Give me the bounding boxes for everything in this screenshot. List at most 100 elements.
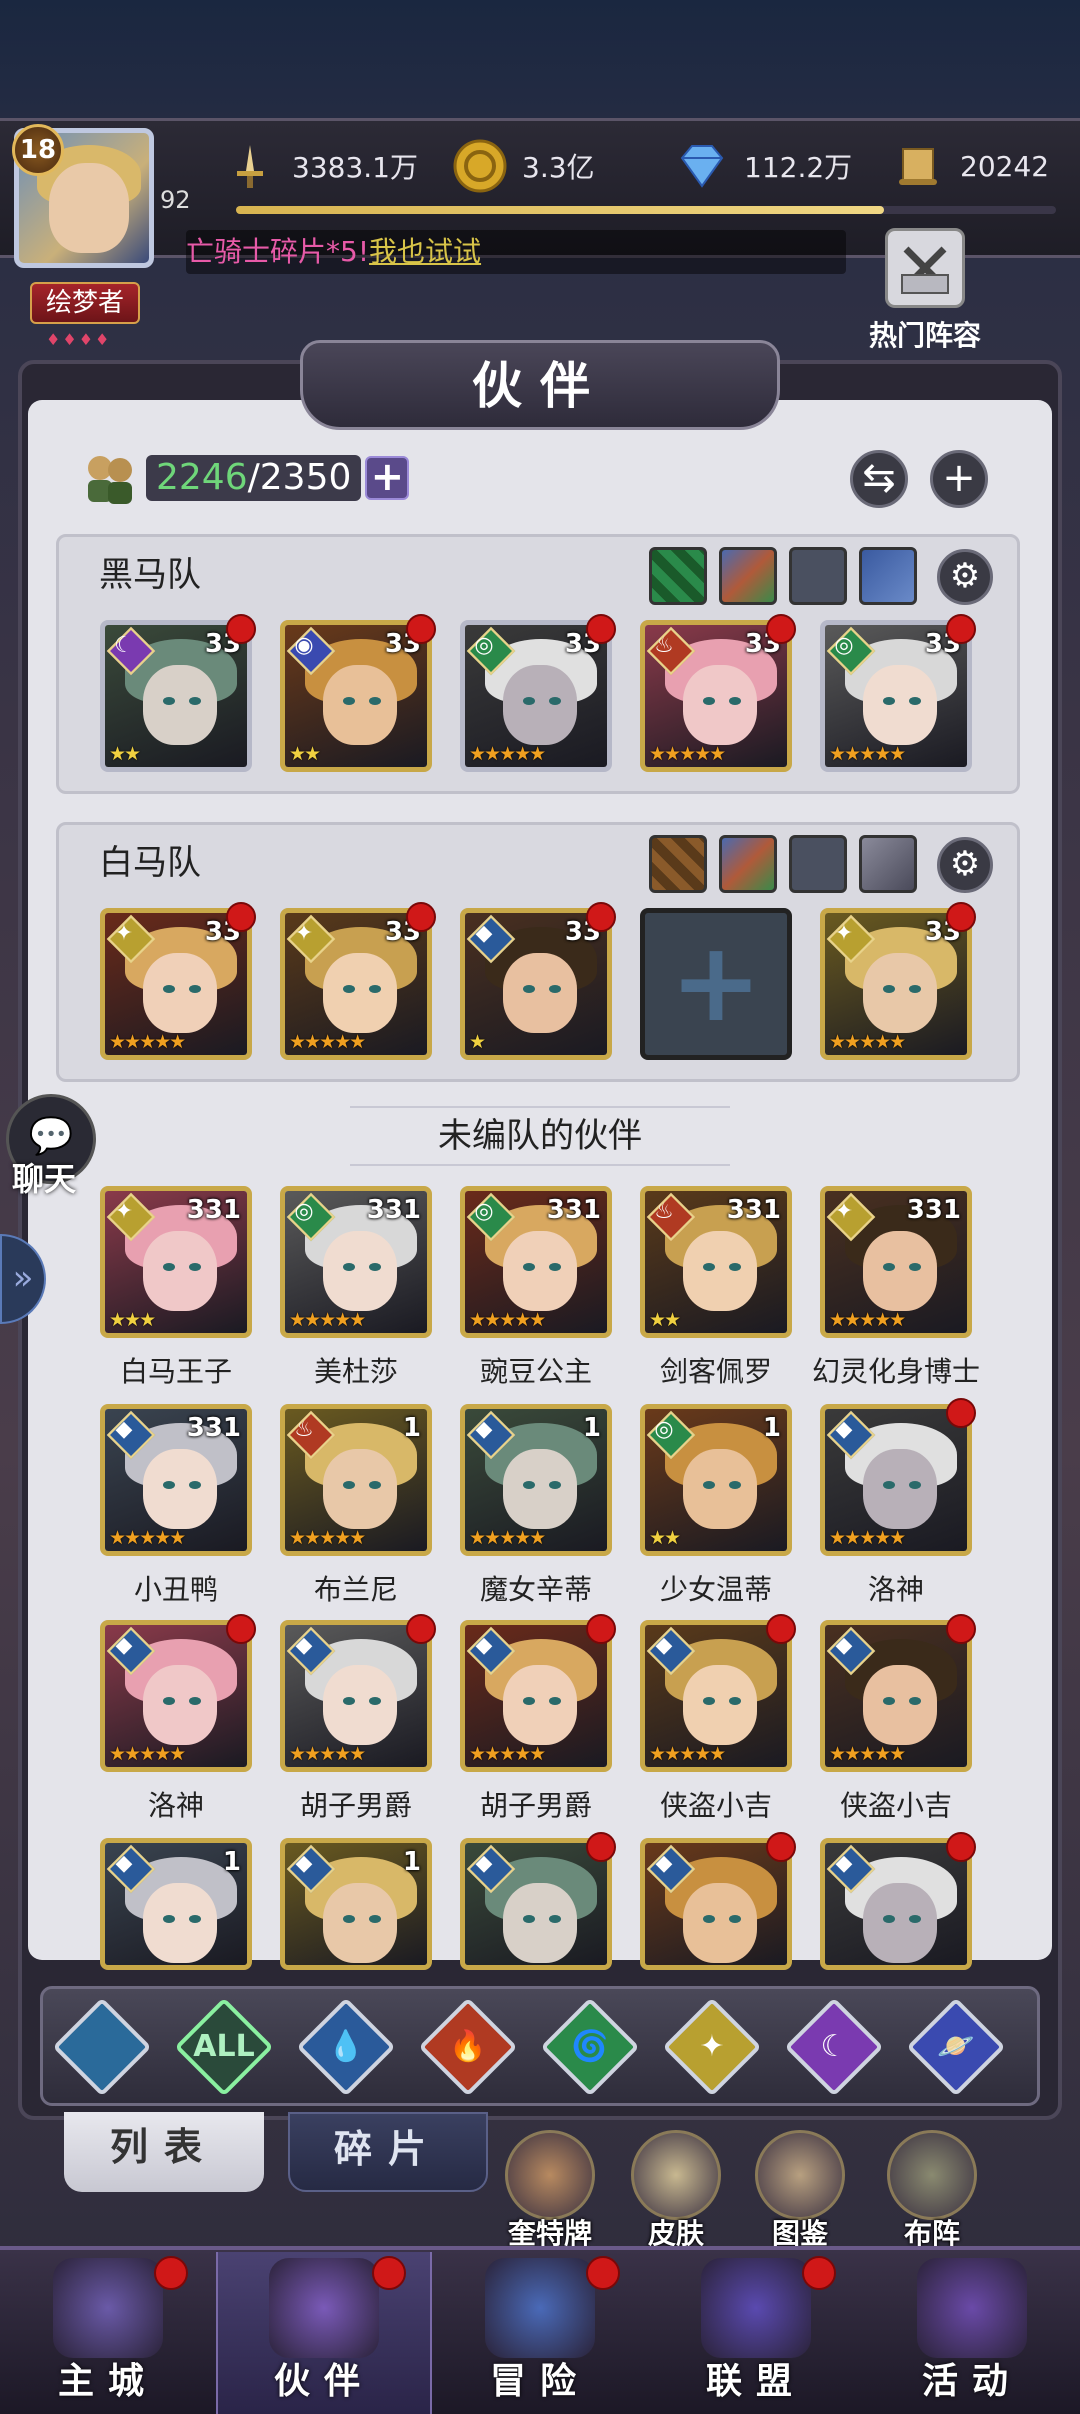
player-title-badge[interactable]: 绘梦者: [30, 282, 140, 324]
hero-card[interactable]: ◎ 1 ★★: [640, 1404, 792, 1556]
nav-compass[interactable]: 冒险: [432, 2252, 648, 2414]
add-team-button[interactable]: +: [930, 450, 988, 508]
ticker-link[interactable]: 我也试试: [369, 235, 481, 268]
hero-card[interactable]: ◆ 33 ★: [460, 908, 612, 1060]
nav-wizard-hat[interactable]: 伙伴: [216, 2252, 432, 2414]
tool-tarot-cards-button[interactable]: 奎特牌: [490, 2130, 610, 2252]
hero-level: 1: [762, 1413, 781, 1443]
team-settings-button[interactable]: ⚙: [937, 837, 993, 893]
hero-card[interactable]: ✦ 33 ★★★★★: [820, 908, 972, 1060]
hero-card[interactable]: ◆ ★★★★★: [820, 1404, 972, 1556]
team-buff-icon[interactable]: [719, 547, 777, 605]
hero-card[interactable]: ✦ 331 ★★★: [100, 1186, 252, 1338]
tab-fragments[interactable]: 碎片: [288, 2112, 488, 2192]
hero-portrait-eye: [523, 1915, 535, 1923]
currency-gold: 3.3亿: [452, 138, 595, 194]
hero-card[interactable]: ◎ 33 ★★★★★: [820, 620, 972, 772]
hero-portrait-eye: [343, 985, 355, 993]
nav-castle[interactable]: 主城: [0, 2252, 216, 2414]
hero-portrait-face: [323, 1883, 397, 1963]
hero-portrait-eye: [189, 1481, 201, 1489]
hero-card[interactable]: ◎ 331 ★★★★★: [280, 1186, 432, 1338]
water-element-glyph: ◆: [835, 1417, 853, 1442]
hero-card[interactable]: ✦ 331 ★★★★★: [820, 1186, 972, 1338]
water-drop-icon: 💧: [327, 2029, 365, 2064]
team-buff-icon[interactable]: [789, 835, 847, 893]
hero-card[interactable]: ◆ ★★★★★: [820, 1620, 972, 1772]
notification-dot: [946, 902, 976, 932]
hero-stars: ★★★★★: [829, 1527, 906, 1549]
announcement-ticker[interactable]: 亡骑士碎片*5!我也试试: [186, 230, 846, 274]
hero-stars: ★: [469, 1031, 486, 1053]
nav-label: 活动: [921, 2361, 1022, 2402]
hero-card[interactable]: ♨ 33 ★★★★★: [640, 620, 792, 772]
hero-portrait-eye: [549, 1481, 561, 1489]
tool-codex-button[interactable]: 图鉴: [740, 2130, 860, 2252]
hero-card[interactable]: ✦ 33 ★★★★★: [280, 908, 432, 1060]
nav-label: 主城: [57, 2361, 158, 2402]
team-buff-icon[interactable]: [649, 835, 707, 893]
hero-card[interactable]: ◆ 331 ★★★★★: [100, 1404, 252, 1556]
hero-card[interactable]: ◆ ★★★★★: [640, 1620, 792, 1772]
team-buff-icon[interactable]: [649, 547, 707, 605]
team-buff-icon[interactable]: [719, 835, 777, 893]
hero-card[interactable]: ◎ 331 ★★★★★: [460, 1186, 612, 1338]
hero-card[interactable]: ◆: [460, 1838, 612, 1970]
hero-card[interactable]: ♨ 331 ★★: [640, 1186, 792, 1338]
currency-power: 3383.1万: [222, 138, 418, 194]
hero-card[interactable]: ◉ 33 ★★: [280, 620, 432, 772]
hot-lineup-button[interactable]: 热门阵容: [840, 228, 1010, 368]
nav-shield[interactable]: 联盟: [648, 2252, 864, 2414]
hero-portrait-eye: [523, 1263, 535, 1271]
hero-card[interactable]: ◆: [820, 1838, 972, 1970]
expand-capacity-button[interactable]: +: [365, 456, 410, 500]
hero-portrait-face: [683, 665, 757, 745]
hero-portrait-eye: [703, 1481, 715, 1489]
player-level-badge: 18: [12, 124, 64, 176]
hero-card[interactable]: ◆ 1 ★★★★★: [460, 1404, 612, 1556]
team-settings-button[interactable]: ⚙: [937, 549, 993, 605]
swap-button[interactable]: ⇆: [850, 450, 908, 508]
notification-dot: [586, 614, 616, 644]
hero-portrait-eye: [909, 1481, 921, 1489]
water-element-glyph: ◆: [115, 1633, 133, 1658]
hero-portrait-eye: [549, 1263, 561, 1271]
hero-card[interactable]: ◆: [640, 1838, 792, 1970]
hero-card[interactable]: ◎ 33 ★★★★★: [460, 620, 612, 772]
team-buff-icon[interactable]: [789, 547, 847, 605]
scroll-value: 20242: [960, 149, 1050, 183]
notification-dot: [766, 1832, 796, 1862]
astral-planet-icon: 🪐: [937, 2029, 975, 2064]
water-element-glyph: ◆: [475, 1633, 493, 1658]
tool-formation-button[interactable]: 布阵: [872, 2130, 992, 2252]
hero-portrait-eye: [549, 697, 561, 705]
exp-bar-fill: [236, 206, 884, 214]
hero-portrait-face: [143, 1665, 217, 1745]
hero-card[interactable]: ◆ ★★★★★: [460, 1620, 612, 1772]
tool-outfit-button[interactable]: 皮肤: [616, 2130, 736, 2252]
hero-card[interactable]: ◆ 1: [280, 1838, 432, 1970]
hero-card[interactable]: ♨ 1 ★★★★★: [280, 1404, 432, 1556]
nav-cards[interactable]: 活动: [864, 2252, 1080, 2414]
hero-portrait-eye: [189, 985, 201, 993]
team-buff-icon[interactable]: [859, 547, 917, 605]
hero-card[interactable]: ✦ 33 ★★★★★: [100, 908, 252, 1060]
empty-slot[interactable]: +: [640, 908, 792, 1060]
hero-portrait-eye: [369, 985, 381, 993]
hero-portrait-face: [863, 953, 937, 1033]
hero-level: 1: [402, 1413, 421, 1443]
ticker-text: 亡骑士碎片*5!: [186, 235, 370, 268]
hero-portrait-eye: [369, 697, 381, 705]
nav-label: 联盟: [705, 2361, 806, 2402]
hero-portrait-face: [683, 1665, 757, 1745]
notification-dot: [154, 2256, 188, 2290]
tab-list[interactable]: 列表: [64, 2112, 264, 2192]
hero-card[interactable]: ◆ ★★★★★: [100, 1620, 252, 1772]
team-buff-icon[interactable]: [859, 835, 917, 893]
hero-portrait-face: [143, 1231, 217, 1311]
notification-dot: [802, 2256, 836, 2290]
player-vip-number: 92: [160, 186, 191, 214]
hero-card[interactable]: ☾ 33 ★★: [100, 620, 252, 772]
hero-card[interactable]: ◆ ★★★★★: [280, 1620, 432, 1772]
hero-card[interactable]: ◆ 1: [100, 1838, 252, 1970]
